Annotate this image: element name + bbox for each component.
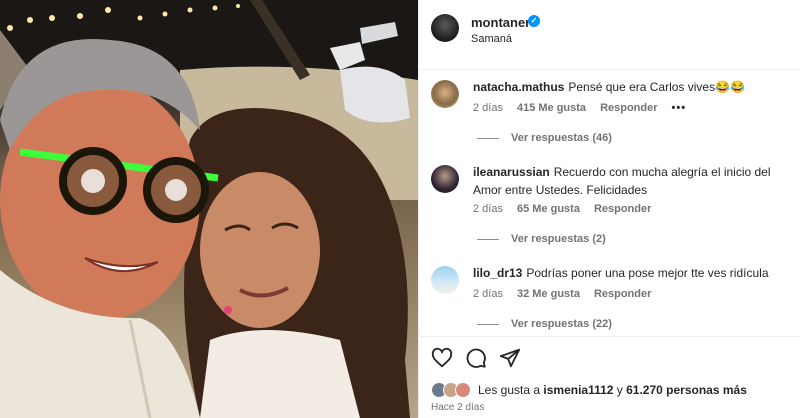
more-options-icon[interactable]: ••• bbox=[672, 102, 687, 114]
reply-button[interactable]: Responder bbox=[594, 288, 651, 300]
likes-text[interactable]: Les gusta a ismenia1112 y 61.270 persona… bbox=[478, 383, 747, 397]
view-replies-button[interactable]: Ver respuestas (22) bbox=[477, 318, 612, 330]
likes-connector: y bbox=[613, 383, 627, 397]
view-replies-label: Ver respuestas (2) bbox=[511, 233, 606, 245]
action-bar bbox=[419, 336, 800, 376]
comment-likes[interactable]: 65 Me gusta bbox=[517, 203, 580, 215]
post-header: montaner ✓ Samaná bbox=[419, 0, 800, 70]
comment-username[interactable]: lilo_dr13 bbox=[473, 266, 522, 280]
liker-avatar bbox=[455, 382, 471, 398]
comment-icon[interactable] bbox=[465, 347, 487, 369]
heart-icon[interactable] bbox=[431, 347, 453, 369]
view-replies-label: Ver respuestas (46) bbox=[511, 132, 612, 144]
view-replies-button[interactable]: Ver respuestas (2) bbox=[477, 233, 606, 245]
comment-text-block: natacha.mathus Pensé que era Carlos vives… bbox=[473, 78, 795, 96]
commenter-avatar[interactable] bbox=[431, 80, 459, 108]
view-replies-button[interactable]: Ver respuestas (46) bbox=[477, 132, 612, 144]
comment-meta: 2 días 65 Me gusta Responder bbox=[473, 203, 665, 215]
divider-line bbox=[477, 323, 499, 325]
divider-line bbox=[477, 238, 499, 240]
view-replies-label: Ver respuestas (22) bbox=[511, 318, 612, 330]
reply-button[interactable]: Responder bbox=[600, 102, 657, 114]
comment-time[interactable]: 2 días bbox=[473, 203, 503, 215]
share-icon[interactable] bbox=[499, 347, 521, 369]
comment-likes[interactable]: 32 Me gusta bbox=[517, 288, 580, 300]
comment-text-block: lilo_dr13 Podrías poner una pose mejor tt… bbox=[473, 264, 795, 282]
comment-meta: 2 días 32 Me gusta Responder bbox=[473, 288, 665, 300]
likes-summary: Les gusta a ismenia1112 y 61.270 persona… bbox=[431, 380, 800, 400]
divider-line bbox=[477, 137, 499, 139]
post-photo[interactable] bbox=[0, 0, 418, 418]
author-avatar[interactable] bbox=[431, 14, 459, 42]
post-location[interactable]: Samaná bbox=[471, 33, 512, 45]
reply-button[interactable]: Responder bbox=[594, 203, 651, 215]
comment-time[interactable]: 2 días bbox=[473, 102, 503, 114]
post-time: Hace 2 días bbox=[431, 402, 485, 413]
comment-meta: 2 días 415 Me gusta Responder ••• bbox=[473, 102, 700, 114]
likes-prefix: Les gusta a bbox=[478, 383, 544, 397]
comment-username[interactable]: ileanarussian bbox=[473, 165, 550, 179]
comment-likes[interactable]: 415 Me gusta bbox=[517, 102, 586, 114]
likes-count[interactable]: 61.270 personas más bbox=[626, 383, 747, 397]
author-username[interactable]: montaner bbox=[471, 15, 530, 30]
comment-time[interactable]: 2 días bbox=[473, 288, 503, 300]
commenter-avatar[interactable] bbox=[431, 165, 459, 193]
photo-illustration bbox=[0, 0, 418, 418]
comment-text-block: ileanarussian Recuerdo con mucha alegría … bbox=[473, 163, 795, 199]
verified-icon: ✓ bbox=[528, 15, 540, 27]
comment-username[interactable]: natacha.mathus bbox=[473, 80, 564, 94]
post-detail-panel: montaner ✓ Samaná natacha.mathus Pensé qu… bbox=[418, 0, 800, 418]
comment-text: Pensé que era Carlos vives😂😂 bbox=[568, 80, 745, 94]
liker-username[interactable]: ismenia1112 bbox=[543, 383, 613, 397]
commenter-avatar[interactable] bbox=[431, 266, 459, 294]
comment-text: Podrías poner una pose mejor tte ves rid… bbox=[526, 266, 769, 280]
